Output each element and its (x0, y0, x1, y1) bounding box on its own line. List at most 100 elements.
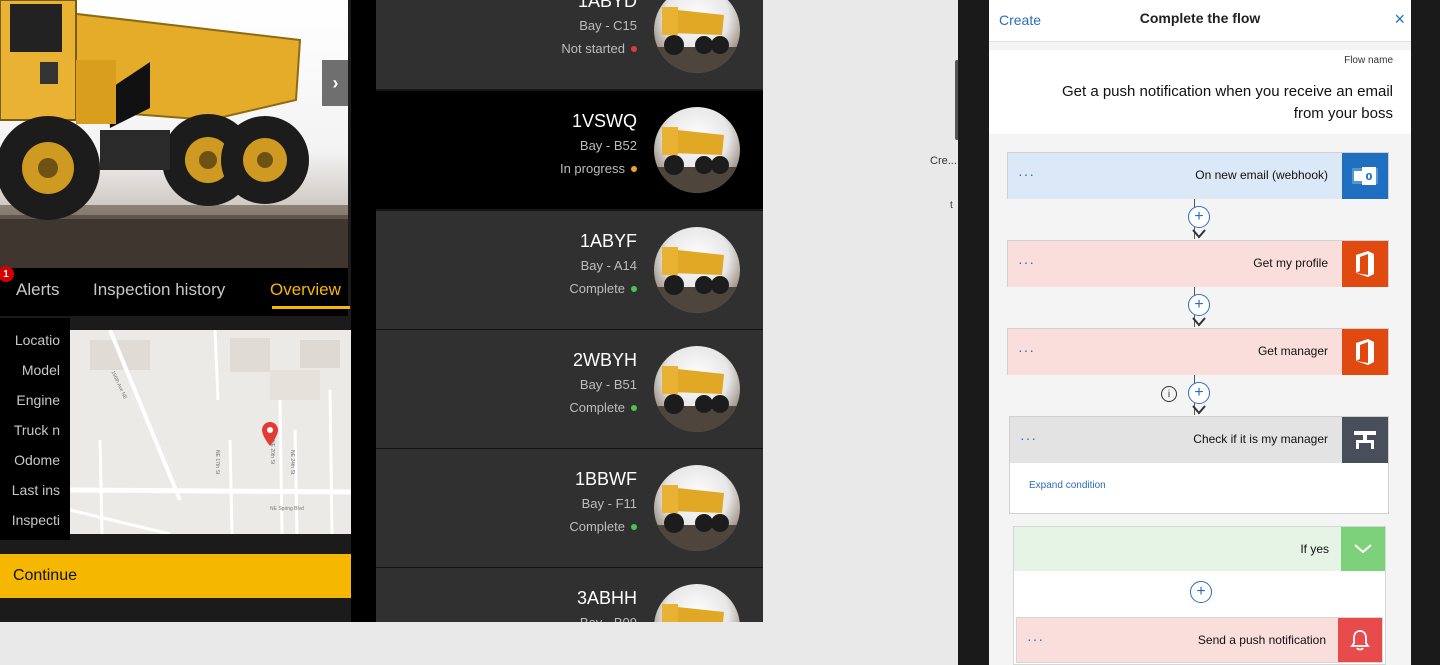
add-step-icon[interactable]: + (1190, 581, 1212, 603)
info-icon[interactable]: i (1161, 386, 1177, 402)
office-icon (1342, 329, 1388, 375)
expand-condition-link[interactable]: Expand condition (1029, 480, 1106, 491)
step-get-my-profile[interactable]: ··· Get my profile (1007, 240, 1389, 287)
truck-thumbnail (654, 465, 740, 551)
flow-builder-screen: Create Complete the flow × Flow name Get… (989, 0, 1411, 665)
tab-overview[interactable]: Overview (270, 280, 341, 300)
step-title: Get my profile (1253, 256, 1328, 270)
flow-header: Create Complete the flow × (989, 0, 1411, 42)
outlook-icon: 0 (1342, 153, 1388, 199)
truck-id: 2WBYH (572, 350, 637, 370)
truck-id: 1VSWQ (571, 111, 637, 131)
truck-hero-image: › (0, 0, 348, 275)
dump-truck-illustration (0, 0, 348, 275)
map-street-label: NE 24th St (289, 450, 295, 475)
truck-list-item[interactable]: 1BBWF Bay - F11 Complete (376, 448, 763, 567)
step-more-button[interactable]: ··· (1018, 166, 1035, 182)
chevron-down-icon[interactable] (1341, 527, 1385, 571)
map-street-label: NE 17th St (214, 450, 220, 475)
truck-thumbnail (654, 346, 740, 432)
detail-label-odometer: Odome (14, 452, 60, 468)
continue-button[interactable]: Continue (0, 554, 351, 598)
detail-label-engine: Engine (16, 392, 60, 408)
truck-thumbnail (654, 0, 740, 73)
truck-thumbnail (654, 227, 740, 313)
panel-divider (351, 0, 376, 622)
step-title: Send a push notification (1197, 633, 1326, 647)
status-text: In progress (559, 161, 625, 176)
step-get-manager[interactable]: ··· Get manager (1007, 328, 1389, 375)
inspection-status: Complete (569, 400, 637, 415)
page-title: Complete the flow (1139, 10, 1261, 26)
inspection-status: Complete (569, 281, 637, 296)
truck-bay: Bay - F11 (581, 496, 637, 511)
truck-list-item[interactable]: 1ABYD Bay - C15 Not started (376, 0, 763, 89)
add-step-icon[interactable]: + (1188, 206, 1210, 228)
flow-name-input[interactable]: Get a push notification when you receive… (1043, 81, 1393, 125)
flow-name-section: Flow name Get a push notification when y… (989, 50, 1411, 134)
truncated-mark: t (950, 200, 953, 211)
detail-tabs: Overview Inspection history Alerts (0, 268, 350, 316)
step-condition[interactable]: ··· Check if it is my manager Expand con… (1009, 416, 1389, 514)
inspection-status: In progress (560, 161, 637, 176)
truck-id: 3ABHH (576, 588, 637, 608)
location-map[interactable]: NE Spring Blvd NE 24th St NE 20th St NE 17t… (70, 330, 351, 534)
close-icon[interactable]: × (1394, 9, 1405, 30)
truck-bay: Bay - B52 (579, 138, 637, 153)
truck-details-list: Locatio Model Engine Truck n Odome Last … (0, 318, 70, 540)
tab-inspection-history[interactable]: Inspection history (93, 280, 225, 300)
map-roads (70, 330, 351, 534)
next-image-button[interactable]: › (322, 60, 348, 106)
add-step-icon[interactable]: + (1188, 294, 1210, 316)
step-header: ··· Check if it is my manager (1010, 417, 1388, 463)
condition-icon (1342, 417, 1388, 463)
status-dot-icon (631, 45, 637, 52)
status-text: Complete (569, 400, 625, 415)
truck-list-item[interactable]: 3ABHH Bay - B09 (376, 567, 763, 622)
map-street-label: NE 20th St (269, 440, 275, 465)
status-text: Not started (561, 41, 625, 56)
flow-name-label: Flow name (1344, 55, 1393, 66)
detail-label-truck-number: Truck n (13, 422, 60, 438)
step-more-button[interactable]: ··· (1018, 254, 1035, 270)
step-more-button[interactable]: ··· (1018, 342, 1035, 358)
truncated-label: Cre... (930, 155, 957, 167)
detail-label-model: Model (21, 362, 60, 378)
if-yes-header[interactable]: If yes (1014, 527, 1385, 571)
detail-label-inspection: Inspecti (11, 512, 60, 528)
tab-alerts[interactable]: Alerts (16, 280, 59, 300)
status-dot-icon (631, 165, 637, 172)
if-yes-branch: If yes + ··· Send a push notification (1013, 526, 1386, 665)
truck-thumbnail (654, 107, 740, 193)
truck-id: 1ABYF (579, 231, 637, 251)
truck-bay: Bay - B51 (579, 377, 637, 392)
chevron-down-icon (1192, 317, 1206, 327)
active-tab-indicator (272, 306, 350, 309)
step-title: Get manager (1257, 344, 1328, 358)
office-icon (1342, 241, 1388, 287)
step-header: ··· Get my profile (1008, 241, 1388, 287)
truck-thumbnail (654, 584, 740, 622)
if-yes-label: If yes (1300, 542, 1329, 556)
truck-list-item[interactable]: 1VSWQ Bay - B52 In progress (376, 90, 763, 209)
bell-icon (1338, 618, 1382, 662)
truck-id: 1BBWF (574, 469, 637, 489)
step-more-button[interactable]: ··· (1020, 430, 1037, 446)
step-header: ··· On new email (webhook) 0 (1008, 153, 1388, 199)
truck-bay: Bay - B09 (580, 615, 637, 622)
truck-list-item[interactable]: 2WBYH Bay - B51 Complete (376, 329, 763, 448)
status-dot-icon (631, 404, 637, 411)
truck-bay: Bay - C15 (579, 18, 637, 33)
truck-list-item[interactable]: 1ABYF Bay - A14 Complete (376, 210, 763, 329)
truck-bay: Bay - A14 (580, 258, 637, 273)
svg-text:0: 0 (1366, 172, 1373, 183)
screenshot-stage: › Overview Inspection history Alerts 1 L… (0, 0, 1440, 665)
inspection-status: Not started (561, 41, 637, 56)
add-step-icon[interactable]: + (1188, 382, 1210, 404)
chevron-down-icon (1192, 229, 1206, 239)
step-more-button[interactable]: ··· (1027, 631, 1044, 647)
step-on-new-email[interactable]: ··· On new email (webhook) 0 (1007, 152, 1389, 199)
continue-button-label: Continue (12, 567, 77, 584)
status-text: Complete (569, 281, 625, 296)
step-send-push-notification[interactable]: ··· Send a push notification (1016, 617, 1383, 663)
